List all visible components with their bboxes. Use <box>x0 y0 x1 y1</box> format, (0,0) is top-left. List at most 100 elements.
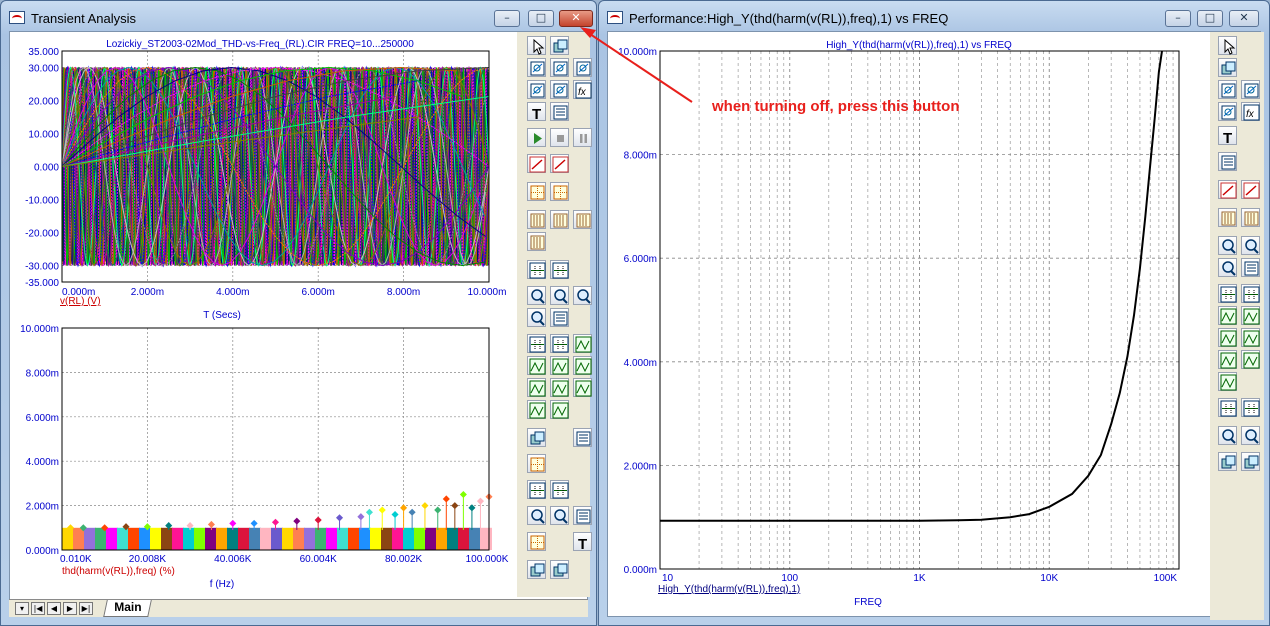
zoom-button[interactable] <box>1241 426 1260 445</box>
peak-button[interactable] <box>1218 328 1237 347</box>
text-button[interactable]: T <box>1218 126 1237 145</box>
zoom-button[interactable] <box>550 506 569 525</box>
cursor-button[interactable] <box>550 334 569 353</box>
peak-button[interactable] <box>573 334 592 353</box>
zoom-button[interactable] <box>1218 258 1237 277</box>
list-button[interactable] <box>550 102 569 121</box>
text-button[interactable]: T <box>527 102 546 121</box>
next-tab-button[interactable]: ▶ <box>63 602 77 615</box>
play-button[interactable] <box>527 128 546 147</box>
last-tab-button[interactable]: ▶| <box>79 602 93 615</box>
peak-button[interactable] <box>527 400 546 419</box>
list-button[interactable] <box>1218 152 1237 171</box>
scale-button[interactable] <box>550 80 569 99</box>
peak-button[interactable] <box>573 378 592 397</box>
grid-button[interactable] <box>527 532 546 551</box>
peak-button[interactable] <box>550 378 569 397</box>
peak-button[interactable] <box>527 378 546 397</box>
zoom-button[interactable] <box>1218 236 1237 255</box>
zoom-button[interactable] <box>527 286 546 305</box>
cursor-button[interactable] <box>550 260 569 279</box>
bars-button[interactable] <box>527 210 546 229</box>
top-trace-label[interactable]: v(RL) (V) <box>60 296 101 307</box>
scale-button[interactable] <box>527 58 546 77</box>
select-arrow-button[interactable] <box>527 36 546 55</box>
transient-plots[interactable]: Lozickiy_ST2003-02Mod_THD-vs-Freq_(RL).C… <box>10 32 517 597</box>
stop-button[interactable] <box>550 128 569 147</box>
list-button[interactable] <box>1241 258 1260 277</box>
scale-button[interactable] <box>1241 80 1260 99</box>
perf-trace-label[interactable]: High_Y(thd(harm(v(RL)),freq),1) <box>658 584 800 595</box>
zoom-button[interactable] <box>527 308 546 327</box>
peak-button[interactable] <box>573 356 592 375</box>
zoom-button[interactable] <box>1218 426 1237 445</box>
pause-button[interactable] <box>573 128 592 147</box>
graphics-line-button[interactable] <box>1218 180 1237 199</box>
cursor-button[interactable] <box>1241 398 1260 417</box>
graphics-line-button[interactable] <box>527 154 546 173</box>
cursor-button[interactable] <box>527 480 546 499</box>
peak-button[interactable] <box>1241 306 1260 325</box>
graphics-line-button[interactable] <box>1241 180 1260 199</box>
scale-button[interactable] <box>550 58 569 77</box>
peak-button[interactable] <box>1241 328 1260 347</box>
function-button[interactable]: fx <box>573 80 592 99</box>
peak-button[interactable] <box>1218 372 1237 391</box>
copy-button[interactable] <box>1241 452 1260 471</box>
minimize-button[interactable]: – <box>494 10 520 27</box>
restore-button[interactable]: □ <box>1197 10 1223 27</box>
cursor-button[interactable] <box>1218 284 1237 303</box>
grid-button[interactable] <box>527 182 546 201</box>
cursor-button[interactable] <box>550 480 569 499</box>
minimize-button[interactable]: – <box>1165 10 1191 27</box>
peak-button[interactable] <box>550 356 569 375</box>
grid-button[interactable] <box>527 454 546 473</box>
peak-button[interactable] <box>1218 350 1237 369</box>
function-button[interactable]: fx <box>1241 102 1260 121</box>
copy-button[interactable] <box>527 560 546 579</box>
bars-button[interactable] <box>1218 208 1237 227</box>
bars-button[interactable] <box>573 210 592 229</box>
select-arrow-button[interactable] <box>1218 36 1237 55</box>
scale-button[interactable] <box>1218 80 1237 99</box>
peak-button[interactable] <box>550 400 569 419</box>
grid-button[interactable] <box>550 182 569 201</box>
zoom-button[interactable] <box>550 286 569 305</box>
bottom-trace-label[interactable]: thd(harm(v(RL)),freq) (%) <box>62 566 175 577</box>
prev-tab-button[interactable]: ◀ <box>47 602 61 615</box>
performance-plot[interactable]: High_Y(thd(harm(v(RL)),freq),1) vs FREQ … <box>608 32 1210 620</box>
close-button[interactable]: ✕ <box>1229 10 1259 27</box>
zoom-button[interactable] <box>573 286 592 305</box>
bars-button[interactable] <box>550 210 569 229</box>
transient-titlebar[interactable]: Transient Analysis – □ ✕ <box>1 1 596 35</box>
graphics-line-button[interactable] <box>550 154 569 173</box>
first-tab-button[interactable]: |◀ <box>31 602 45 615</box>
copy-button[interactable] <box>1218 452 1237 471</box>
scale-button[interactable] <box>527 80 546 99</box>
peak-button[interactable] <box>1218 306 1237 325</box>
list-button[interactable] <box>573 506 592 525</box>
performance-titlebar[interactable]: Performance:High_Y(thd(harm(v(RL)),freq)… <box>599 1 1269 35</box>
cursor-button[interactable] <box>527 260 546 279</box>
copy-button[interactable] <box>527 428 546 447</box>
zoom-button[interactable] <box>1241 236 1260 255</box>
list-button[interactable] <box>573 428 592 447</box>
peak-button[interactable] <box>527 356 546 375</box>
tab-main[interactable]: Main <box>103 600 153 617</box>
cursor-button[interactable] <box>1218 398 1237 417</box>
tab-menu-button[interactable]: ▾ <box>15 602 29 615</box>
copy-button[interactable] <box>550 36 569 55</box>
copy-button[interactable] <box>550 560 569 579</box>
restore-button[interactable]: □ <box>528 10 554 27</box>
text-button[interactable]: T <box>573 532 592 551</box>
copy-button[interactable] <box>1218 58 1237 77</box>
cursor-button[interactable] <box>527 334 546 353</box>
scale-button[interactable] <box>573 58 592 77</box>
bars-button[interactable] <box>1241 208 1260 227</box>
list-button[interactable] <box>550 308 569 327</box>
peak-button[interactable] <box>1241 350 1260 369</box>
cursor-button[interactable] <box>1241 284 1260 303</box>
bars-button[interactable] <box>527 232 546 251</box>
close-button[interactable]: ✕ <box>559 10 593 27</box>
scale-button[interactable] <box>1218 102 1237 121</box>
